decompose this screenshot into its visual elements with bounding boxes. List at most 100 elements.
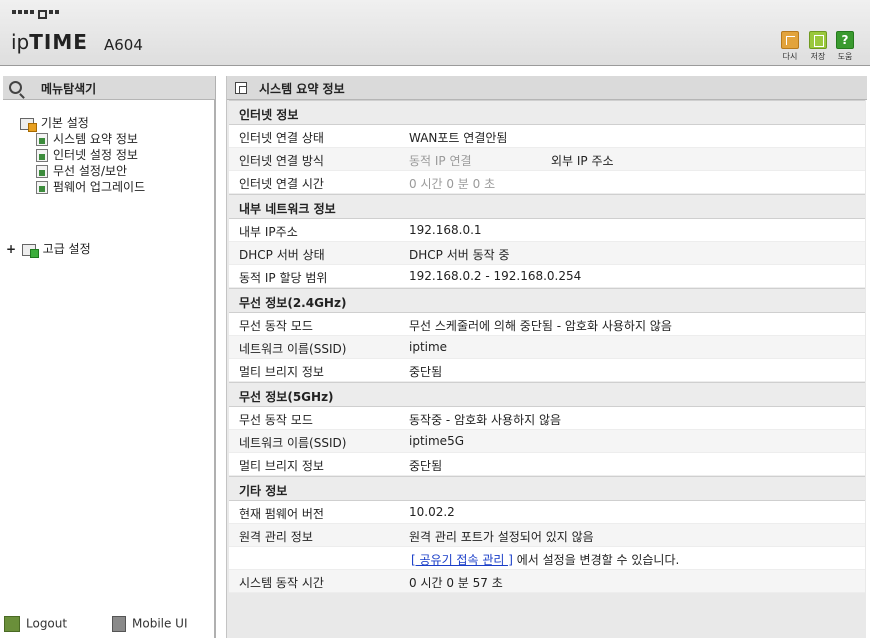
- logout-link[interactable]: Logout: [4, 616, 67, 632]
- row-value: WAN포트 연결안됨: [409, 131, 508, 145]
- row-value: 동작중 - 암호화 사용하지 않음: [409, 413, 562, 427]
- section-header: 내부 네트워크 정보: [229, 194, 865, 219]
- mobile-ui-label: Mobile UI: [132, 616, 188, 631]
- row-label: 내부 IP주소: [239, 225, 298, 239]
- row-label: 무선 동작 모드: [239, 319, 313, 333]
- row-value: 동적 IP 연결: [409, 154, 472, 168]
- main-panel-header: 시스템 요약 정보: [227, 76, 867, 100]
- row-value: iptime5G: [409, 434, 464, 448]
- row-value: 중단됨: [409, 459, 443, 473]
- folder-icon: [21, 243, 39, 258]
- save-button[interactable]: 저장: [806, 31, 830, 62]
- row-label: 인터넷 연결 시간: [239, 177, 324, 191]
- wireless-icon: [36, 165, 48, 178]
- row-value: 중단됨: [409, 365, 443, 379]
- row-value: 0 시간 0 분 57 초: [409, 576, 503, 590]
- table-row: DHCP 서버 상태 DHCP 서버 동작 중: [229, 242, 865, 265]
- tree-basic-label: 기본 설정: [40, 116, 89, 130]
- help-icon: ?: [836, 31, 854, 49]
- row-label: 멀티 브리지 정보: [239, 365, 324, 379]
- tree-item-label: 시스템 요약 정보: [53, 132, 138, 146]
- save-label: 저장: [810, 52, 826, 61]
- upgrade-icon: [36, 181, 48, 194]
- table-row: 멀티 브리지 정보 중단됨: [229, 359, 865, 382]
- refresh-label: 다시: [782, 52, 798, 61]
- table-row: 무선 동작 모드 무선 스케줄러에 의해 중단됨 - 암호화 사용하지 않음: [229, 313, 865, 336]
- row-value: 0 시간 0 분 0 초: [409, 177, 496, 191]
- refresh-icon: [781, 31, 799, 49]
- top-header: ipTIME A604 다시 저장 ? 도움: [0, 0, 870, 66]
- row-label: 인터넷 연결 상태: [239, 131, 324, 145]
- tree-advanced-label: 고급 설정: [42, 242, 91, 256]
- row-value: [ 공유기 접속 관리 ] 에서 설정을 변경할 수 있습니다.: [411, 551, 679, 568]
- mobile-ui-link[interactable]: Mobile UI: [112, 616, 188, 632]
- tree-item-label: 펌웨어 업그레이드: [53, 180, 146, 194]
- row-label: 네트워크 이름(SSID): [239, 436, 347, 450]
- table-row: 내부 IP주소 192.168.0.1: [229, 219, 865, 242]
- row-label: 네트워크 이름(SSID): [239, 342, 347, 356]
- row-label: 시스템 동작 시간: [239, 576, 324, 590]
- table-row: 인터넷 연결 시간 0 시간 0 분 0 초: [229, 171, 865, 194]
- row-label: 멀티 브리지 정보: [239, 459, 324, 473]
- table-row: 네트워크 이름(SSID) iptime: [229, 336, 865, 359]
- tree-advanced-settings[interactable]: + 고급 설정: [6, 240, 91, 258]
- menu-explorer-title: 메뉴탐색기: [41, 82, 97, 96]
- refresh-button[interactable]: 다시: [778, 31, 802, 62]
- main-panel: 시스템 요약 정보 인터넷 정보 인터넷 연결 상태 WAN포트 연결안됨 인터…: [226, 76, 867, 638]
- chart-icon: [36, 133, 48, 146]
- table-row: [ 공유기 접속 관리 ] 에서 설정을 변경할 수 있습니다.: [229, 547, 865, 570]
- table-row: 무선 동작 모드 동작중 - 암호화 사용하지 않음: [229, 407, 865, 430]
- page-title: 시스템 요약 정보: [259, 82, 345, 96]
- help-button[interactable]: ? 도움: [833, 31, 857, 62]
- menu-explorer: 메뉴탐색기 기본 설정 시스템 요약 정보 인터넷 설정 정보 무선 설정/보안…: [0, 76, 216, 638]
- summary-table: 인터넷 정보 인터넷 연결 상태 WAN포트 연결안됨 인터넷 연결 방식 동적…: [229, 100, 865, 593]
- row-label: 인터넷 연결 방식: [239, 154, 324, 168]
- search-icon: [9, 81, 22, 94]
- tree-basic-settings[interactable]: 기본 설정: [20, 114, 89, 132]
- folder-icon: [20, 117, 37, 132]
- table-row: 원격 관리 정보 원격 관리 포트가 설정되어 있지 않음: [229, 524, 865, 547]
- row-value: 10.02.2: [409, 505, 455, 519]
- tree-item-system-summary[interactable]: 시스템 요약 정보: [36, 130, 138, 147]
- row-value: 원격 관리 포트가 설정되어 있지 않음: [409, 530, 594, 544]
- row-value: 192.168.0.1: [409, 223, 482, 237]
- table-row: 인터넷 연결 방식 동적 IP 연결 외부 IP 주소: [229, 148, 865, 171]
- section-header: 무선 정보(2.4GHz): [229, 288, 865, 313]
- window-icon: [235, 82, 247, 94]
- table-row: 현재 펌웨어 버전 10.02.2: [229, 501, 865, 524]
- row-label: 무선 동작 모드: [239, 413, 313, 427]
- help-label: 도움: [837, 52, 853, 61]
- brand-logo: ipTIME: [11, 30, 88, 54]
- remote-access-link[interactable]: [ 공유기 접속 관리 ]: [411, 553, 513, 567]
- logout-label: Logout: [26, 616, 68, 631]
- tree-item-label: 인터넷 설정 정보: [53, 148, 138, 162]
- monitor-icon: [36, 149, 48, 162]
- tree-item-label: 무선 설정/보안: [53, 164, 128, 178]
- save-icon: [809, 31, 827, 49]
- row-label: 현재 펌웨어 버전: [239, 507, 324, 521]
- row-value: DHCP 서버 동작 중: [409, 248, 510, 262]
- row-label: DHCP 서버 상태: [239, 248, 325, 262]
- row-value-secondary: 외부 IP 주소: [551, 154, 614, 168]
- tree-item-firmware-upgrade[interactable]: 펌웨어 업그레이드: [36, 178, 145, 195]
- sidebar-footer: Logout Mobile UI: [0, 608, 214, 638]
- menu-explorer-header: 메뉴탐색기: [3, 76, 215, 100]
- table-row: 멀티 브리지 정보 중단됨: [229, 453, 865, 476]
- row-value: 무선 스케줄러에 의해 중단됨 - 암호화 사용하지 않음: [409, 319, 672, 333]
- row-label: 원격 관리 정보: [239, 530, 313, 544]
- expand-icon[interactable]: +: [6, 242, 16, 256]
- row-value: 192.168.0.2 - 192.168.0.254: [409, 269, 582, 283]
- model-name: A604: [104, 36, 143, 54]
- tree-item-wireless-security[interactable]: 무선 설정/보안: [36, 162, 127, 179]
- tree-item-internet-settings[interactable]: 인터넷 설정 정보: [36, 146, 138, 163]
- row-value-text: 에서 설정을 변경할 수 있습니다.: [512, 553, 680, 567]
- row-value: iptime: [409, 340, 448, 354]
- section-header: 인터넷 정보: [229, 100, 865, 125]
- logout-icon: [4, 616, 20, 632]
- section-header: 기타 정보: [229, 476, 865, 501]
- section-header: 무선 정보(5GHz): [229, 382, 865, 407]
- table-row: 시스템 동작 시간 0 시간 0 분 57 초: [229, 570, 865, 593]
- mobile-icon: [112, 616, 126, 632]
- logo-mark: [12, 10, 59, 19]
- row-label: 동적 IP 할당 범위: [239, 271, 328, 285]
